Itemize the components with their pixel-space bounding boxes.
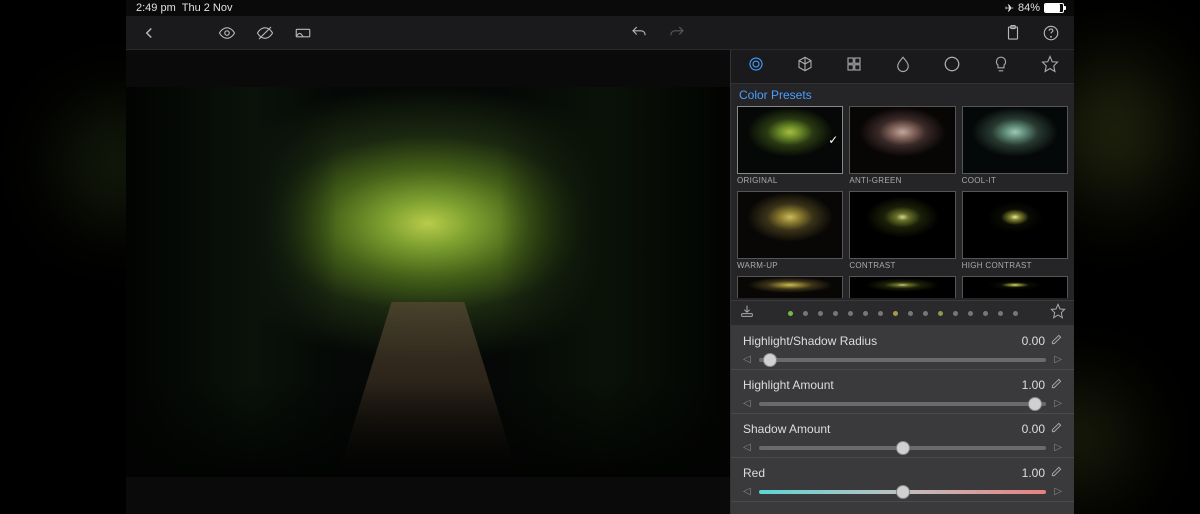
view-original-icon[interactable] (218, 24, 236, 42)
preset-label: COOL-IT (962, 174, 1068, 189)
preset-original[interactable]: ✓ ORIGINAL (737, 106, 843, 189)
slider-label: Highlight Amount (743, 378, 834, 392)
pager-dot[interactable] (803, 311, 808, 316)
preset-high-contrast[interactable]: HIGH CONTRAST (962, 191, 1068, 274)
slider-label: Shadow Amount (743, 422, 830, 436)
pager-dot[interactable] (953, 311, 958, 316)
preset-anti-green[interactable]: ANTI-GREEN (849, 106, 955, 189)
panel-tabs (731, 50, 1074, 84)
pager-dot[interactable] (863, 311, 868, 316)
increment-icon[interactable]: ▷ (1054, 486, 1062, 497)
decrement-icon[interactable]: ◁ (743, 354, 751, 365)
pager-dot[interactable] (1013, 311, 1018, 316)
pager-dot[interactable] (908, 311, 913, 316)
pager-dot[interactable] (848, 311, 853, 316)
status-date: Thu 2 Nov (182, 2, 233, 14)
preset-warm-up[interactable]: WARM-UP (737, 191, 843, 274)
slider-track[interactable] (759, 358, 1047, 362)
edit-value-icon[interactable] (1051, 334, 1062, 348)
increment-icon[interactable]: ▷ (1054, 442, 1062, 453)
preset-label: CONTRAST (849, 259, 955, 274)
pager-dot[interactable] (983, 311, 988, 316)
toggle-mask-icon[interactable] (256, 24, 274, 42)
slider-track[interactable] (759, 490, 1047, 494)
tab-3d-icon[interactable] (796, 55, 814, 78)
pager-dot[interactable] (833, 311, 838, 316)
increment-icon[interactable]: ▷ (1054, 398, 1062, 409)
slider-red: Red 1.00 ◁ ▷ (731, 458, 1074, 502)
edit-value-icon[interactable] (1051, 422, 1062, 436)
photo-preview (126, 87, 730, 477)
slider-shadow-amount: Shadow Amount 0.00 ◁ ▷ (731, 414, 1074, 458)
slider-value: 0.00 (1022, 422, 1045, 436)
pager-dot[interactable] (938, 311, 943, 316)
sliders-panel: Highlight/Shadow Radius0.00◁▷Highlight A… (731, 326, 1074, 514)
airplane-icon: ✈︎ (1005, 2, 1014, 15)
section-title: Color Presets (731, 84, 1074, 106)
slider-value: 1.00 (1022, 466, 1045, 480)
tab-color-icon[interactable] (747, 55, 765, 78)
tab-distort-icon[interactable] (943, 55, 961, 78)
pager-dot[interactable] (893, 311, 898, 316)
pager-dot[interactable] (818, 311, 823, 316)
preset-contrast[interactable]: CONTRAST (849, 191, 955, 274)
preset-cool-it[interactable]: COOL-IT (962, 106, 1068, 189)
preset-partial[interactable] (849, 276, 955, 298)
tab-light-icon[interactable] (992, 55, 1010, 78)
slider-track[interactable] (759, 402, 1047, 406)
pager-dot[interactable] (998, 311, 1003, 316)
clipboard-icon[interactable] (1004, 24, 1022, 42)
status-bar: 2:49 pm Thu 2 Nov ✈︎ 84% (126, 0, 1074, 16)
favorite-preset-icon[interactable] (1050, 303, 1066, 324)
download-preset-icon[interactable] (739, 303, 755, 324)
preset-label: HIGH CONTRAST (962, 259, 1068, 274)
decrement-icon[interactable]: ◁ (743, 398, 751, 409)
slider-thumb[interactable] (763, 353, 777, 367)
pager-dot[interactable] (788, 311, 793, 316)
edit-value-icon[interactable] (1051, 466, 1062, 480)
help-icon[interactable] (1042, 24, 1060, 42)
preset-partial[interactable] (962, 276, 1068, 298)
presets-grid: ✓ ORIGINAL ANTI-GREEN COOL-IT WARM-UP CONTRA… (731, 106, 1074, 300)
preset-partial[interactable] (737, 276, 843, 298)
back-button[interactable] (140, 24, 158, 42)
top-toolbar (126, 16, 1074, 50)
tab-grid-icon[interactable] (845, 55, 863, 78)
tab-blur-icon[interactable] (894, 55, 912, 78)
slider-highlight-amount: Highlight Amount 1.00 ◁ ▷ (731, 370, 1074, 414)
canvas[interactable] (126, 50, 730, 514)
slider-label: Red (743, 466, 765, 480)
preset-pager (731, 300, 1074, 326)
decrement-icon[interactable]: ◁ (743, 486, 751, 497)
undo-button[interactable] (630, 24, 648, 42)
slider-thumb[interactable] (896, 441, 910, 455)
preset-label: WARM-UP (737, 259, 843, 274)
edit-value-icon[interactable] (1051, 378, 1062, 392)
pager-dot[interactable] (878, 311, 883, 316)
decrement-icon[interactable]: ◁ (743, 442, 751, 453)
check-icon: ✓ (828, 133, 838, 147)
slider-value: 1.00 (1022, 378, 1045, 392)
pager-dot[interactable] (968, 311, 973, 316)
preset-label: ANTI-GREEN (849, 174, 955, 189)
tab-favorites-icon[interactable] (1041, 55, 1059, 78)
increment-icon[interactable]: ▷ (1054, 354, 1062, 365)
battery-icon (1044, 3, 1064, 13)
preset-label: ORIGINAL (737, 174, 843, 189)
slider-thumb[interactable] (896, 485, 910, 499)
slider-track[interactable] (759, 446, 1047, 450)
status-time: 2:49 pm (136, 2, 176, 14)
status-battery: 84% (1018, 2, 1040, 14)
compare-icon[interactable] (294, 24, 312, 42)
pager-dot[interactable] (923, 311, 928, 316)
slider-value: 0.00 (1022, 334, 1045, 348)
redo-button[interactable] (668, 24, 686, 42)
slider-highlight-shadow-radius: Highlight/Shadow Radius 0.00 ◁ ▷ (731, 326, 1074, 370)
slider-label: Highlight/Shadow Radius (743, 334, 877, 348)
slider-thumb[interactable] (1028, 397, 1042, 411)
